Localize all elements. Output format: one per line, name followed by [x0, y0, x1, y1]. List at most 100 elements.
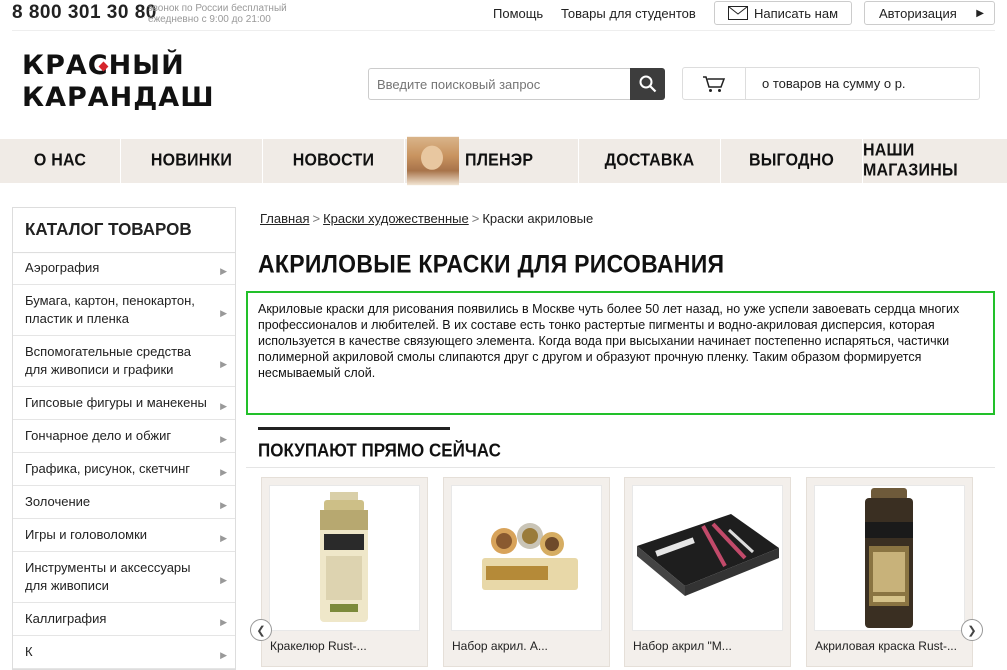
carousel-prev-button[interactable]: ❮ [250, 619, 272, 641]
nav-item-plener[interactable]: ПЛЕНЭР [405, 136, 579, 186]
cart-icon-box [683, 68, 746, 99]
chevron-right-icon: ▶ [220, 467, 227, 477]
buy-now-title: ПОКУПАЮТ ПРЯМО СЕЙЧАС [258, 440, 501, 461]
product-name[interactable]: Кракелюр Rust-... [270, 639, 367, 653]
chevron-right-icon: ▶ [220, 500, 227, 510]
chevron-right-icon: ▶ [220, 575, 227, 585]
breadcrumb-parent[interactable]: Краски художественные [323, 211, 469, 226]
catalog-item[interactable]: Гипсовые фигуры и манекены ▶ [13, 387, 235, 420]
description-box: Акриловые краски для рисования появились… [246, 291, 995, 415]
cart-widget[interactable]: о товаров на сумму о р. [682, 67, 980, 100]
chevron-right-icon: ▶ [220, 308, 227, 318]
nav-item-stores[interactable]: НАШИ МАГАЗИНЫ [863, 137, 1007, 185]
catalog-item[interactable]: Инструменты и аксессуары для живописи ▶ [13, 552, 235, 603]
catalog-item-label: для живописи и графики [25, 362, 174, 377]
breadcrumb-sep: > [471, 211, 480, 226]
catalog-item-label: Игры и головоломки [25, 527, 148, 542]
nav-item-deals[interactable]: ВЫГОДНО [721, 136, 863, 186]
catalog-sidebar: КАТАЛОГ ТОВАРОВ Аэрография ▶ Бумага, карто… [12, 207, 236, 670]
cart-summary: о товаров на сумму о р. [762, 76, 906, 91]
catalog-item-label: Каллиграфия [25, 611, 107, 626]
top-bar: 8 800 301 30 80 звонок по России бесплат… [0, 0, 1007, 30]
phone-note-free: звонок по России бесплатный [148, 3, 287, 14]
catalog-item[interactable]: Вспомогательные средства для живописи и г… [13, 336, 235, 387]
chevron-right-icon: ▶ [220, 401, 227, 411]
catalog-item-label: Гипсовые фигуры и манекены [25, 395, 207, 410]
write-us-label: Написать нам [753, 5, 839, 21]
auth-button[interactable]: Авторизация ▶ [864, 1, 995, 25]
nav-item-plener-label: ПЛЕНЭР [465, 151, 534, 170]
nav-item-about[interactable]: О НАС [0, 136, 121, 186]
write-us-button[interactable]: Написать нам [714, 1, 852, 25]
carousel-next-button[interactable]: ❯ [961, 619, 983, 641]
product-image [814, 485, 965, 631]
spray-can-metallic-image [865, 488, 913, 628]
product-card[interactable]: Кракелюр Rust-... [261, 477, 428, 667]
product-name[interactable]: Набор акрил "М... [633, 639, 732, 653]
catalog-item[interactable]: Графика, рисунок, скетчинг ▶ [13, 453, 235, 486]
product-card[interactable]: Набор акрил "М... [624, 477, 791, 667]
phone-number[interactable]: 8 800 301 30 80 [12, 2, 157, 24]
cart-icon [703, 75, 726, 92]
catalog-item-label: Аэрография [25, 260, 100, 275]
catalog-item[interactable]: Каллиграфия ▶ [13, 603, 235, 636]
product-image [632, 485, 783, 631]
catalog-item-label: Вспомогательные средства [25, 344, 192, 359]
catalog-item[interactable]: Золочение ▶ [13, 486, 235, 519]
breadcrumb-home[interactable]: Главная [260, 211, 309, 226]
paint-jars-image [482, 523, 578, 590]
catalog-title: КАТАЛОГ ТОВАРОВ [13, 207, 235, 254]
search-icon [639, 75, 656, 93]
black-box-image [637, 514, 779, 596]
nav-item-delivery[interactable]: ДОСТАВКА [579, 136, 721, 186]
nav-item-new[interactable]: НОВИНКИ [121, 136, 263, 186]
product-image [269, 485, 420, 631]
chevron-right-icon: ❯ [967, 624, 977, 637]
catalog-item-label: Золочение [25, 494, 91, 509]
plener-portrait-image [407, 136, 459, 186]
search-button[interactable] [630, 68, 665, 100]
envelope-icon [727, 6, 748, 20]
main-nav: О НАС НОВИНКИ НОВОСТИ ПЛЕНЭР ДОСТАВКА ВЫ… [0, 136, 1007, 186]
chevron-right-icon: ▶ [220, 359, 227, 369]
chevron-right-icon: ▶ [220, 266, 227, 276]
catalog-item[interactable]: Бумага, картон, пенокартон, пластик и пле… [13, 285, 235, 336]
phone-note: звонок по России бесплатный ежедневно с … [148, 3, 308, 25]
catalog-item-label: Гончарное дело и обжиг [25, 428, 172, 443]
catalog-item-label: для живописи [25, 578, 109, 593]
logo-line-1: КРАСНЫЙ [22, 50, 215, 82]
breadcrumb: Главная > Краски художественные > Краски акр… [260, 211, 593, 226]
catalog-item-label: Графика, рисунок, скетчинг [25, 461, 191, 476]
catalog-item[interactable]: К ▶ [13, 636, 235, 669]
chevron-right-icon: ▶ [976, 7, 984, 19]
chevron-right-icon: ▶ [220, 650, 227, 660]
product-card[interactable]: Набор акрил. А... [443, 477, 610, 667]
catalog-item[interactable]: Гончарное дело и обжиг ▶ [13, 420, 235, 453]
catalog-item[interactable]: Игры и головоломки ▶ [13, 519, 235, 552]
logo[interactable]: КРАСНЫЙ КАРАНДАШ [22, 50, 215, 114]
page-title: АКРИЛОВЫЕ КРАСКИ ДЛЯ РИСОВАНИЯ [258, 250, 725, 279]
product-card[interactable]: Акриловая краска Rust-... [806, 477, 973, 667]
nav-item-news[interactable]: НОВОСТИ [263, 136, 405, 186]
phone-note-hours: ежедневно с 9:00 до 21:00 [148, 14, 271, 25]
top-divider [12, 30, 995, 31]
spray-can-image [320, 492, 368, 622]
auth-label: Авторизация [879, 5, 957, 21]
product-name[interactable]: Набор акрил. А... [452, 639, 548, 653]
search-input[interactable] [368, 68, 630, 100]
catalog-item-label: Бумага, картон, пенокартон, [25, 293, 195, 308]
breadcrumb-current: Краски акриловые [482, 211, 594, 226]
chevron-right-icon: ▶ [220, 617, 227, 627]
breadcrumb-sep: > [312, 211, 321, 226]
help-link[interactable]: Помощь [493, 6, 543, 21]
chevron-left-icon: ❮ [256, 624, 266, 637]
students-link[interactable]: Товары для студентов [561, 6, 696, 21]
catalog-item-label: пластик и пленка [25, 311, 129, 326]
chevron-right-icon: ▶ [220, 434, 227, 444]
section-underline [258, 427, 450, 430]
logo-line-2: КАРАНДАШ [22, 82, 215, 113]
product-name[interactable]: Акриловая краска Rust-... [815, 639, 957, 653]
catalog-item[interactable]: Аэрография ▶ [13, 252, 235, 285]
chevron-right-icon: ▶ [220, 533, 227, 543]
catalog-item-label: Инструменты и аксессуары [25, 560, 191, 575]
